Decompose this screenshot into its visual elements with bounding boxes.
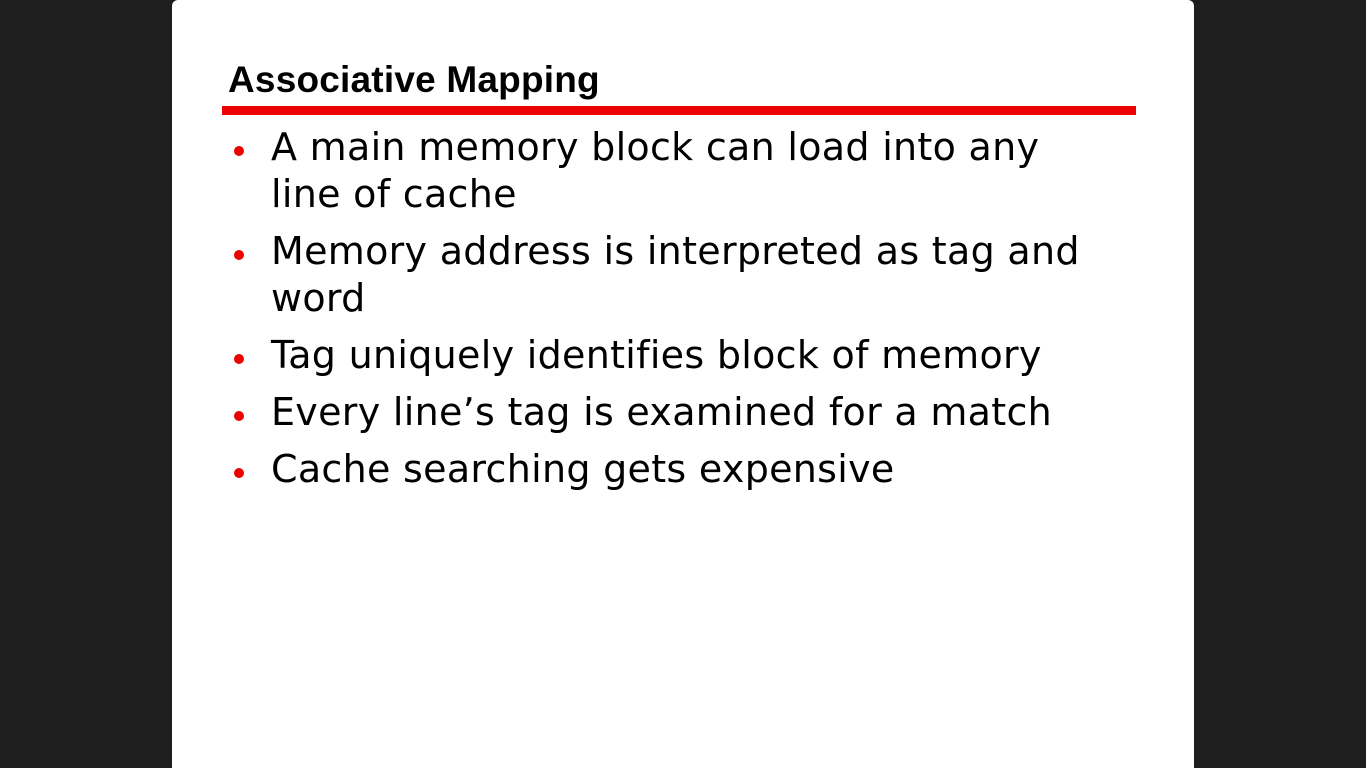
bullet-list: A main memory block can load into any li… xyxy=(234,124,1134,503)
bullet-icon xyxy=(234,354,244,364)
presentation-viewer: Associative Mapping A main memory block … xyxy=(0,0,1366,768)
bullet-icon xyxy=(234,250,244,260)
bullet-text: Cache searching gets expensive xyxy=(271,447,895,491)
bullet-text: Every line’s tag is examined for a match xyxy=(271,390,1053,434)
bullet-text: Tag uniquely identifies block of memory xyxy=(271,333,1042,377)
slide: Associative Mapping A main memory block … xyxy=(172,0,1194,768)
title-underline xyxy=(222,106,1136,115)
list-item: Cache searching gets expensive xyxy=(234,446,1134,493)
slide-title: Associative Mapping xyxy=(228,59,600,100)
list-item: Memory address is interpreted as tag and… xyxy=(234,228,1134,322)
bullet-icon xyxy=(234,411,244,421)
bullet-text: Memory address is interpreted as tag and… xyxy=(271,229,1080,320)
list-item: Tag uniquely identifies block of memory xyxy=(234,332,1134,379)
bullet-icon xyxy=(234,468,244,478)
list-item: A main memory block can load into any li… xyxy=(234,124,1134,218)
list-item: Every line’s tag is examined for a match xyxy=(234,389,1134,436)
bullet-text: A main memory block can load into any li… xyxy=(271,125,1040,216)
bullet-icon xyxy=(234,146,244,156)
